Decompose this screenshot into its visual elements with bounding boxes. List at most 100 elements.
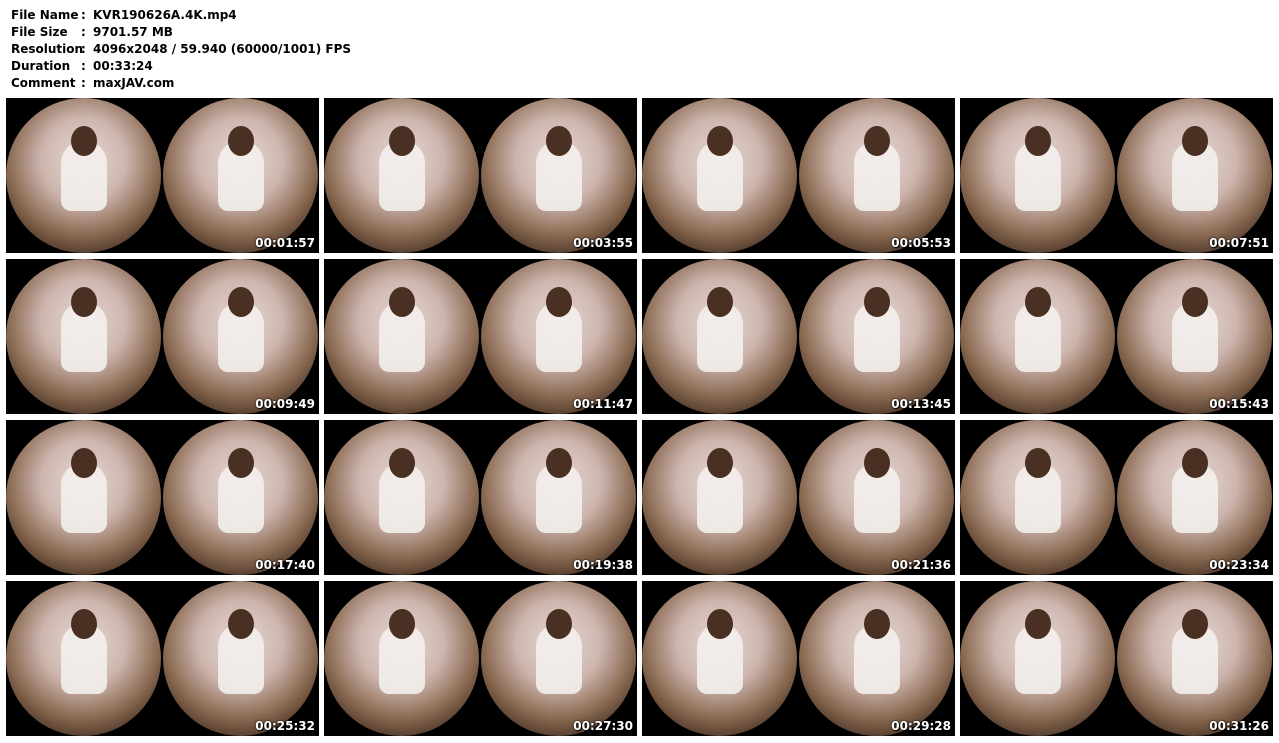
video-thumbnail[interactable]: 00:05:53 (642, 98, 955, 253)
video-thumbnail[interactable]: 00:29:28 (642, 581, 955, 736)
vr-right-eye-view (481, 98, 636, 253)
video-thumbnail[interactable]: 00:01:57 (6, 98, 319, 253)
file-info-panel: File Name : KVR190626A.4K.mp4 File Size … (11, 7, 351, 92)
video-thumbnail[interactable]: 00:07:51 (960, 98, 1273, 253)
video-thumbnail[interactable]: 00:19:38 (324, 420, 637, 575)
scene-figure-head (1024, 286, 1051, 317)
scene-figure-head (863, 608, 890, 639)
vr-right-eye-view (163, 98, 318, 253)
vr-left-eye-view (324, 98, 479, 253)
info-label: Duration (11, 59, 71, 73)
info-row-duration: Duration : 00:33:24 (11, 58, 351, 75)
thumbnail-timestamp: 00:19:38 (573, 558, 633, 572)
vr-right-eye-view (799, 259, 954, 414)
thumbnail-timestamp: 00:21:36 (891, 558, 951, 572)
video-thumbnail[interactable]: 00:27:30 (324, 581, 637, 736)
scene-figure-head (545, 286, 572, 317)
info-value: 00:33:24 (93, 59, 153, 73)
vr-left-eye-view (6, 581, 161, 736)
video-thumbnail[interactable]: 00:23:34 (960, 420, 1273, 575)
video-thumbnail[interactable]: 00:03:55 (324, 98, 637, 253)
vr-left-eye-view (642, 98, 797, 253)
vr-right-eye-view (1117, 581, 1272, 736)
thumbnail-timestamp: 00:17:40 (255, 558, 315, 572)
info-separator: : (81, 59, 86, 73)
vr-left-eye-view (324, 420, 479, 575)
scene-figure-head (706, 125, 733, 156)
vr-left-eye-view (960, 259, 1115, 414)
video-thumbnail[interactable]: 00:21:36 (642, 420, 955, 575)
vr-left-eye-view (960, 581, 1115, 736)
scene-figure-head (227, 286, 254, 317)
thumbnail-timestamp: 00:01:57 (255, 236, 315, 250)
info-value: 9701.57 MB (93, 25, 173, 39)
video-thumbnail[interactable]: 00:09:49 (6, 259, 319, 414)
info-separator: : (81, 76, 86, 90)
scene-figure-head (545, 447, 572, 478)
thumbnail-timestamp: 00:07:51 (1209, 236, 1269, 250)
thumbnail-timestamp: 00:23:34 (1209, 558, 1269, 572)
vr-right-eye-view (1117, 98, 1272, 253)
thumbnail-grid: 00:01:57 00:03:55 00:05:53 00:07:51 00:09:49… (6, 98, 1274, 739)
vr-left-eye-view (642, 259, 797, 414)
scene-figure-head (545, 125, 572, 156)
vr-left-eye-view (960, 98, 1115, 253)
scene-figure-head (1024, 447, 1051, 478)
scene-figure-head (1181, 608, 1208, 639)
info-label: File Name (11, 8, 79, 22)
vr-right-eye-view (163, 259, 318, 414)
vr-right-eye-view (1117, 420, 1272, 575)
vr-right-eye-view (799, 98, 954, 253)
vr-left-eye-view (6, 420, 161, 575)
vr-left-eye-view (324, 581, 479, 736)
scene-figure-head (227, 447, 254, 478)
scene-figure-head (70, 125, 97, 156)
scene-figure-head (388, 447, 415, 478)
scene-figure-head (388, 286, 415, 317)
scene-figure-head (70, 286, 97, 317)
info-separator: : (81, 25, 86, 39)
scene-figure-head (863, 286, 890, 317)
vr-left-eye-view (960, 420, 1115, 575)
vr-right-eye-view (163, 581, 318, 736)
scene-figure-head (227, 608, 254, 639)
info-row-file-size: File Size : 9701.57 MB (11, 24, 351, 41)
info-separator: : (81, 42, 86, 56)
vr-right-eye-view (163, 420, 318, 575)
vr-left-eye-view (6, 98, 161, 253)
thumbnail-timestamp: 00:05:53 (891, 236, 951, 250)
video-thumbnail[interactable]: 00:15:43 (960, 259, 1273, 414)
scene-figure-head (1024, 608, 1051, 639)
thumbnail-timestamp: 00:27:30 (573, 719, 633, 733)
thumbnail-timestamp: 00:13:45 (891, 397, 951, 411)
scene-figure-head (706, 447, 733, 478)
video-thumbnail[interactable]: 00:11:47 (324, 259, 637, 414)
info-label: File Size (11, 25, 68, 39)
video-thumbnail[interactable]: 00:17:40 (6, 420, 319, 575)
vr-right-eye-view (481, 581, 636, 736)
scene-figure-head (863, 125, 890, 156)
info-row-comment: Comment : maxJAV.com (11, 75, 351, 92)
vr-right-eye-view (481, 259, 636, 414)
info-row-resolution: Resolution : 4096x2048 / 59.940 (60000/1… (11, 41, 351, 58)
scene-figure-head (706, 286, 733, 317)
info-separator: : (81, 8, 86, 22)
video-thumbnail[interactable]: 00:25:32 (6, 581, 319, 736)
info-value: KVR190626A.4K.mp4 (93, 8, 237, 22)
thumbnail-timestamp: 00:25:32 (255, 719, 315, 733)
scene-figure-head (388, 608, 415, 639)
scene-figure-head (1181, 125, 1208, 156)
vr-right-eye-view (1117, 259, 1272, 414)
info-value: maxJAV.com (93, 76, 175, 90)
scene-figure-head (706, 608, 733, 639)
vr-left-eye-view (642, 420, 797, 575)
video-thumbnail[interactable]: 00:31:26 (960, 581, 1273, 736)
scene-figure-head (70, 447, 97, 478)
thumbnail-timestamp: 00:03:55 (573, 236, 633, 250)
scene-figure-head (545, 608, 572, 639)
scene-figure-head (227, 125, 254, 156)
video-thumbnail[interactable]: 00:13:45 (642, 259, 955, 414)
vr-left-eye-view (642, 581, 797, 736)
vr-right-eye-view (799, 581, 954, 736)
thumbnail-timestamp: 00:29:28 (891, 719, 951, 733)
